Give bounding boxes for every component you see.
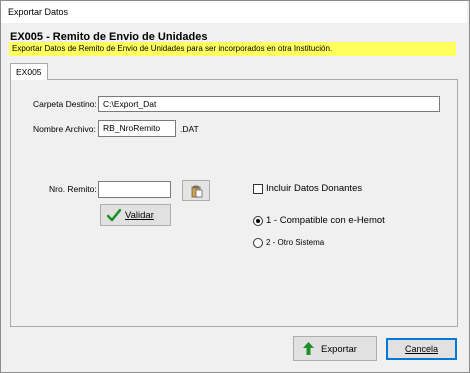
up-arrow-icon bbox=[303, 342, 314, 357]
radio-otro-label: 2 - Otro Sistema bbox=[266, 238, 325, 247]
tab-label: EX005 bbox=[16, 67, 42, 77]
carpeta-destino-value: C:\Export_Dat bbox=[103, 99, 157, 109]
radio-otro-sistema[interactable] bbox=[253, 238, 263, 248]
paste-button[interactable] bbox=[182, 180, 210, 201]
tab-ex005[interactable]: EX005 bbox=[10, 63, 48, 80]
nombre-archivo-input[interactable]: RB_NroRemito bbox=[98, 120, 176, 137]
nro-remito-input[interactable] bbox=[98, 181, 171, 198]
cancelar-label: Cancela bbox=[404, 344, 439, 354]
carpeta-destino-label: Carpeta Destino: bbox=[33, 99, 97, 109]
nombre-archivo-label: Nombre Archivo: bbox=[33, 124, 96, 134]
carpeta-destino-input[interactable]: C:\Export_Dat bbox=[98, 96, 440, 112]
nombre-archivo-value: RB_NroRemito bbox=[103, 123, 161, 133]
validar-button[interactable]: Validar bbox=[100, 204, 171, 226]
tab-panel bbox=[10, 79, 458, 327]
description-banner: Exportar Datos de Remito de Envio de Uni… bbox=[9, 42, 456, 56]
exportar-button[interactable]: Exportar bbox=[293, 336, 377, 361]
check-icon bbox=[106, 208, 122, 224]
nro-remito-label: Nro. Remito: bbox=[49, 184, 97, 194]
description-text: Exportar Datos de Remito de Envio de Uni… bbox=[12, 44, 333, 53]
paste-icon bbox=[191, 185, 203, 200]
radio-compatible-label: 1 - Compatible con e-Hemot bbox=[266, 215, 385, 226]
title-bar: Exportar Datos bbox=[1, 1, 467, 23]
window-title: Exportar Datos bbox=[8, 7, 69, 17]
incluir-donantes-checkbox[interactable] bbox=[253, 184, 263, 194]
archivo-extension: .DAT bbox=[180, 124, 199, 134]
incluir-donantes-label: Incluir Datos Donantes bbox=[266, 183, 363, 194]
radio-compatible-ehemot[interactable] bbox=[253, 216, 263, 226]
cancelar-button[interactable]: Cancela bbox=[386, 338, 457, 360]
exportar-label: Exportar bbox=[321, 344, 357, 355]
validar-label: Validar bbox=[125, 210, 154, 221]
radio-selected-dot bbox=[256, 219, 260, 223]
